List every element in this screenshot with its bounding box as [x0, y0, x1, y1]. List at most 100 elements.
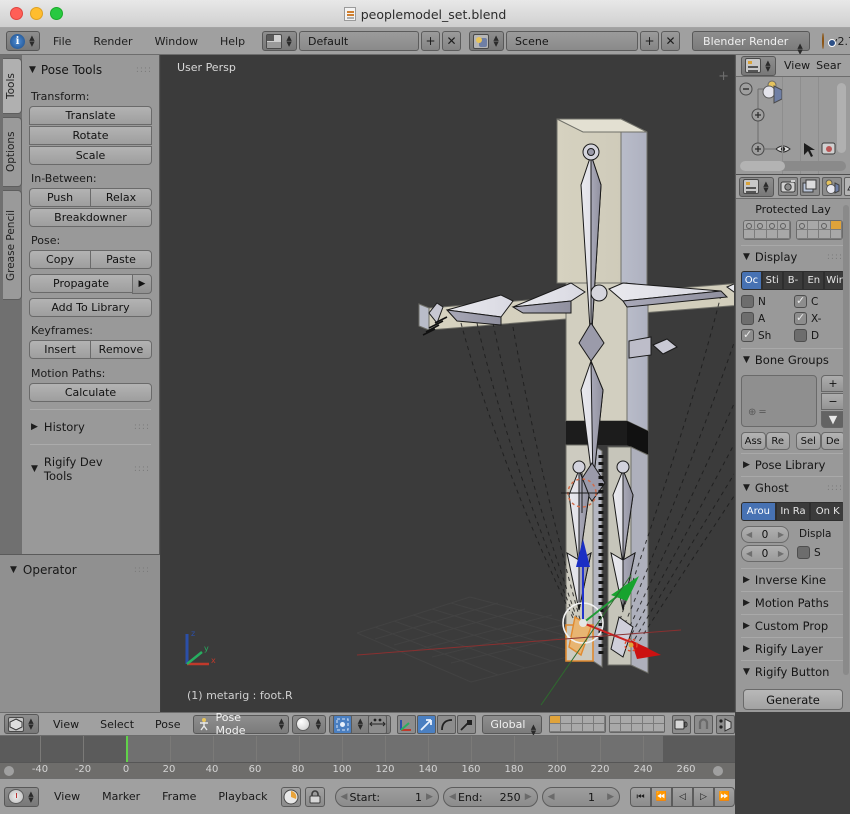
- generate-rig-button[interactable]: Generate: [743, 689, 843, 710]
- checkbox-box[interactable]: [794, 329, 807, 342]
- outliner-editor-type-button[interactable]: ▲ ▼: [741, 55, 776, 76]
- editor-type-info-button[interactable]: i ▲ ▼: [6, 31, 40, 51]
- pose-library-panel-header[interactable]: ▶ Pose Library: [741, 454, 845, 476]
- tab-options[interactable]: Options: [3, 117, 22, 187]
- history-panel-header[interactable]: ▶ History ::::: [29, 417, 152, 437]
- current-frame-field[interactable]: ◀ 1 ▶: [541, 786, 620, 807]
- calculate-paths-button[interactable]: Calculate: [29, 383, 152, 402]
- checkbox-box[interactable]: [794, 294, 807, 308]
- bone-groups-panel-header[interactable]: ▼ Bone Groups: [741, 349, 845, 371]
- rigify-layer-names-panel-header[interactable]: ▶ Rigify Layer: [741, 638, 845, 660]
- checkbox-box[interactable]: [741, 312, 754, 325]
- add-screen-layout-button[interactable]: +: [421, 31, 441, 51]
- scene-name-field[interactable]: Scene: [506, 31, 639, 51]
- interaction-mode-select[interactable]: Pose Mode ▲ ▼: [192, 713, 290, 735]
- scale-manipulator-icon[interactable]: [457, 714, 477, 734]
- properties-editor-type-button[interactable]: ▲ ▼: [739, 176, 774, 197]
- copy-pose-button[interactable]: Copy: [29, 250, 90, 269]
- manipulator-toggle-icon[interactable]: [397, 714, 417, 734]
- decrement-icon[interactable]: ◀: [746, 546, 752, 562]
- ghost-range-field[interactable]: ◀ 0 ▶: [741, 526, 789, 543]
- outliner-tree[interactable]: [736, 77, 850, 174]
- draw-type-stick[interactable]: Sti: [761, 271, 783, 290]
- increment-icon[interactable]: ▶: [426, 788, 433, 807]
- motion-paths-panel-header[interactable]: ▶ Motion Paths: [741, 592, 845, 614]
- timeline-menu-view[interactable]: View: [45, 790, 89, 803]
- scene-layers-grid-a[interactable]: [549, 715, 606, 733]
- ghost-selected-only-checkbox[interactable]: S: [797, 546, 832, 559]
- relax-button[interactable]: Relax: [90, 188, 152, 207]
- timeline-menu-frame[interactable]: Frame: [153, 790, 205, 803]
- pivot-point-select[interactable]: ▲ ▼: [329, 714, 392, 734]
- delete-scene-button[interactable]: ✕: [661, 31, 681, 51]
- viewport-menu-view[interactable]: View: [44, 718, 88, 731]
- ghost-mode-in-range[interactable]: In Ra: [775, 502, 811, 521]
- ghost-panel-header[interactable]: ▼ Ghost ::::: [741, 477, 845, 499]
- menu-render[interactable]: Render: [82, 28, 143, 54]
- bone-groups-list[interactable]: ⊕ ═: [741, 375, 817, 427]
- play-reverse-button[interactable]: ◁: [672, 786, 693, 807]
- jump-to-start-button[interactable]: ⏮: [630, 786, 651, 807]
- propagate-dropdown-icon[interactable]: ▶: [132, 274, 152, 294]
- timeline-menu-playback[interactable]: Playback: [209, 790, 276, 803]
- scale-button[interactable]: Scale: [29, 146, 152, 165]
- layer-group-b[interactable]: [795, 220, 843, 240]
- add-bone-group-button[interactable]: +: [821, 375, 845, 392]
- snap-magnet-icon[interactable]: [694, 714, 713, 734]
- propagate-button[interactable]: Propagate: [29, 274, 132, 293]
- checkbox-x-ray[interactable]: X-: [794, 311, 845, 325]
- breakdowner-button[interactable]: Breakdowner: [29, 208, 152, 227]
- insert-keyframe-button[interactable]: Insert: [29, 340, 90, 359]
- auto-key-icon[interactable]: [280, 786, 301, 807]
- decrement-icon[interactable]: ◀: [449, 788, 456, 807]
- timeline-scroll-left-handle[interactable]: [4, 766, 14, 776]
- translate-button[interactable]: Translate: [29, 106, 152, 125]
- select-group-button[interactable]: Sel: [796, 432, 821, 450]
- delete-screen-layout-button[interactable]: ✕: [442, 31, 462, 51]
- screen-layout-browse-button[interactable]: ▲ ▼: [262, 31, 298, 51]
- ghost-mode-around-frame[interactable]: Arou: [741, 502, 776, 521]
- checkbox-colors[interactable]: C: [794, 294, 845, 308]
- timeline-ruler[interactable]: -40 -20 0 20 40 60 80 100 120 140 160 18…: [0, 762, 735, 778]
- rigify-buttons-panel-header[interactable]: ▼ Rigify Button: [741, 661, 845, 683]
- ghost-step-field[interactable]: ◀ 0 ▶: [741, 545, 789, 562]
- proportional-edit-icon[interactable]: [716, 714, 735, 734]
- inverse-kinematics-panel-header[interactable]: ▶ Inverse Kine: [741, 569, 845, 591]
- viewport-menu-select[interactable]: Select: [91, 718, 143, 731]
- play-button[interactable]: ▷: [693, 786, 714, 807]
- jump-to-next-keyframe-button[interactable]: ⏩: [714, 786, 735, 807]
- checkbox-box[interactable]: [794, 311, 807, 325]
- start-frame-field[interactable]: ◀ Start: 1 ▶: [334, 786, 439, 807]
- timeline-track[interactable]: [0, 736, 735, 762]
- draw-type-wire[interactable]: Wir: [824, 271, 845, 290]
- properties-scrollbar[interactable]: [843, 205, 849, 675]
- ghost-mode-row[interactable]: Arou In Ra On K: [741, 502, 846, 521]
- custom-properties-panel-header[interactable]: ▶ Custom Prop: [741, 615, 845, 637]
- outliner-menu-search[interactable]: Sear: [816, 59, 841, 72]
- 3d-viewport[interactable]: User Persp (1) metarig : foot.R + z x y: [161, 55, 734, 712]
- tab-object-data[interactable]: [844, 177, 850, 196]
- protected-layers-grid[interactable]: [743, 220, 843, 240]
- remove-keyframe-button[interactable]: Remove: [90, 340, 152, 359]
- bone-draw-type-row[interactable]: Oc Sti B- En Wir: [741, 271, 845, 290]
- decrement-icon[interactable]: ◀: [341, 788, 348, 807]
- draw-type-envelope[interactable]: En: [803, 271, 825, 290]
- tab-scene[interactable]: [800, 177, 820, 196]
- bone-group-specials-menu[interactable]: ▼: [821, 411, 845, 428]
- manipulate-center-points-icon[interactable]: [368, 714, 388, 734]
- checkbox-shapes[interactable]: Sh: [741, 328, 792, 342]
- draw-type-octahedral[interactable]: Oc: [741, 271, 762, 290]
- scene-browse-button[interactable]: ▲ ▼: [469, 31, 505, 51]
- translate-manipulator-icon[interactable]: [417, 714, 437, 734]
- menu-file[interactable]: File: [42, 28, 82, 54]
- tab-world[interactable]: [822, 177, 842, 196]
- increment-icon[interactable]: ▶: [778, 527, 784, 543]
- lock-icon[interactable]: [304, 786, 325, 807]
- menu-help[interactable]: Help: [209, 28, 256, 54]
- viewport-editor-type-button[interactable]: ▲ ▼: [4, 714, 39, 734]
- display-panel-header[interactable]: ▼ Display ::::: [741, 246, 845, 268]
- increment-icon[interactable]: ▶: [525, 788, 532, 807]
- ghost-mode-on-keyframes[interactable]: On K: [810, 502, 846, 521]
- jump-to-prev-keyframe-button[interactable]: ⏪: [651, 786, 672, 807]
- decrement-icon[interactable]: ◀: [548, 788, 555, 807]
